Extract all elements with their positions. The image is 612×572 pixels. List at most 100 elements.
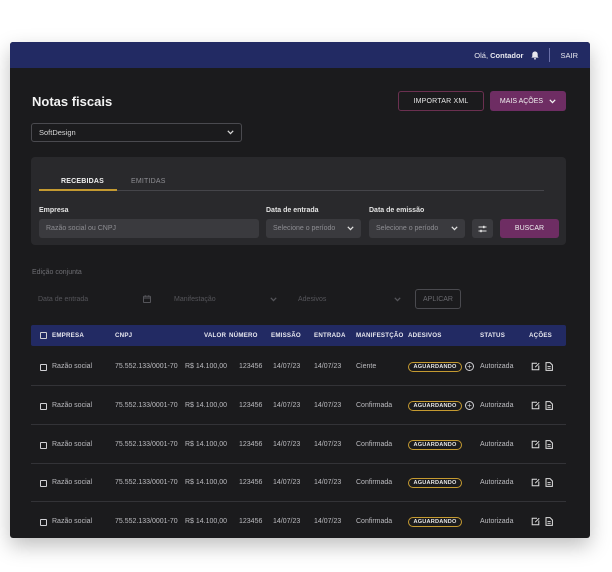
company-filter-input[interactable]: Razão social ou CNPJ [39,219,259,238]
cell-status: Autorizada [480,518,514,525]
status-badge: AGUARDANDO [408,478,462,488]
cell-value: R$ 14.100,00 [185,441,228,448]
add-circle-icon[interactable]: + [465,362,474,371]
col-status[interactable]: STATUS [480,332,505,339]
cell-entry: 14/07/23 [314,518,342,525]
table-row[interactable]: Razão social 75.552.133/0001-70 R$ 14.100,… [31,503,566,538]
table-row[interactable]: Razão social 75.552.133/0001-70 R$ 14.100,… [31,387,566,425]
document-icon[interactable] [545,362,553,371]
row-checkbox[interactable] [40,403,47,410]
bell-icon[interactable] [531,51,540,60]
bulk-stickers-select[interactable]: Adesivos [292,290,407,308]
tabs: RECEBIDAS EMITIDAS [39,174,544,191]
row-checkbox[interactable] [40,364,47,371]
select-all-checkbox[interactable] [40,332,47,339]
status-badge: AGUARDANDO [408,401,462,411]
cell-value: R$ 14.100,00 [185,363,228,370]
cell-company: Razão social [52,479,93,486]
import-xml-button[interactable]: IMPORTAR XML [398,91,484,111]
user-greeting: Olá, Contador [474,50,524,60]
col-number[interactable]: NÚMERO [229,332,258,339]
col-stickers[interactable]: ADESIVOS [408,332,442,339]
table-row[interactable]: Razão social 75.552.133/0001-70 R$ 14.100,… [31,464,566,502]
more-actions-label: MAIS AÇÕES [499,97,544,105]
add-circle-icon[interactable]: + [465,401,474,410]
row-checkbox[interactable] [40,442,47,449]
col-cnpj[interactable]: CNPJ [115,332,132,339]
cell-issue: 14/07/23 [273,402,301,409]
document-icon[interactable] [545,440,553,449]
issue-date-label: Data de emissão [369,207,425,214]
cell-cnpj: 75.552.133/0001-70 [115,479,178,486]
chevron-down-icon [270,296,277,301]
tab-received[interactable]: RECEBIDAS [61,178,104,185]
calendar-icon [143,295,151,303]
bulk-edit-title: Edição conjunta [32,269,82,276]
edit-icon[interactable] [531,517,540,526]
cell-status: Autorizada [480,363,514,370]
document-icon[interactable] [545,517,553,526]
col-company[interactable]: EMPRESA [52,332,84,339]
divider [549,48,551,62]
status-badge: AGUARDANDO [408,362,462,372]
entry-date-picker[interactable]: Selecione o período [266,219,361,238]
cell-number: 123456 [239,479,263,486]
cell-number: 123456 [239,441,263,448]
cell-entry: 14/07/23 [314,402,342,409]
document-icon[interactable] [545,478,553,487]
cell-manifest: Confirmada [356,479,393,486]
company-filter-label: Empresa [39,207,69,214]
bulk-entry-date-field[interactable]: Data de entrada [32,290,157,308]
page-title: Notas fiscais [32,94,113,109]
cell-entry: 14/07/23 [314,479,342,486]
filter-settings-button[interactable] [472,219,493,238]
table-row[interactable]: Razão social 75.552.133/0001-70 R$ 14.100,… [31,426,566,464]
issue-date-picker[interactable]: Selecione o período [369,219,465,238]
edit-icon[interactable] [531,362,540,371]
bulk-manifest-select[interactable]: Manifestação [168,290,283,308]
cell-status: Autorizada [480,402,514,409]
company-filter-placeholder: Razão social ou CNPJ [46,225,117,232]
top-bar: Olá, Contador SAIR [10,42,590,68]
cell-status: Autorizada [480,441,514,448]
issue-date-placeholder: Selecione o período [376,225,439,232]
col-entry[interactable]: ENTRADA [314,332,346,339]
tab-issued[interactable]: EMITIDAS [131,178,166,185]
cell-value: R$ 14.100,00 [185,518,228,525]
apply-button[interactable]: APLICAR [415,289,461,309]
cell-cnpj: 75.552.133/0001-70 [115,363,178,370]
chevron-down-icon [227,130,234,135]
cell-value: R$ 14.100,00 [185,402,228,409]
cell-issue: 14/07/23 [273,363,301,370]
edit-icon[interactable] [531,478,540,487]
row-checkbox[interactable] [40,480,47,487]
more-actions-button[interactable]: MAIS AÇÕES [490,91,566,111]
entry-date-placeholder: Selecione o período [273,225,336,232]
cell-manifest: Confirmada [356,518,393,525]
cell-company: Razão social [52,363,93,370]
col-value[interactable]: VALOR [204,332,226,339]
document-icon[interactable] [545,401,553,410]
company-select[interactable]: SoftDesign [31,123,242,142]
cell-manifest: Confirmada [356,402,393,409]
row-checkbox[interactable] [40,519,47,526]
col-issue[interactable]: EMISSÃO [271,332,301,339]
cell-issue: 14/07/23 [273,441,301,448]
cell-entry: 14/07/23 [314,363,342,370]
bulk-entry-date-placeholder: Data de entrada [38,295,89,303]
cell-status: Autorizada [480,479,514,486]
chevron-down-icon [394,296,401,301]
edit-icon[interactable] [531,440,540,449]
search-button[interactable]: BUSCAR [500,219,559,238]
col-manifest[interactable]: MANIFESTÇÃO [356,332,404,339]
app-window: Olá, Contador SAIR Notas fiscais IMPORTA… [10,42,590,538]
cell-value: R$ 14.100,00 [185,479,228,486]
cell-cnpj: 75.552.133/0001-70 [115,441,178,448]
status-badge: AGUARDANDO [408,517,462,527]
bulk-stickers-placeholder: Adesivos [298,295,327,303]
table-row[interactable]: Razão social 75.552.133/0001-70 R$ 14.100,… [31,348,566,386]
chevron-down-icon [549,98,556,103]
cell-manifest: Confirmada [356,441,393,448]
edit-icon[interactable] [531,401,540,410]
logout-button[interactable]: SAIR [560,51,578,60]
